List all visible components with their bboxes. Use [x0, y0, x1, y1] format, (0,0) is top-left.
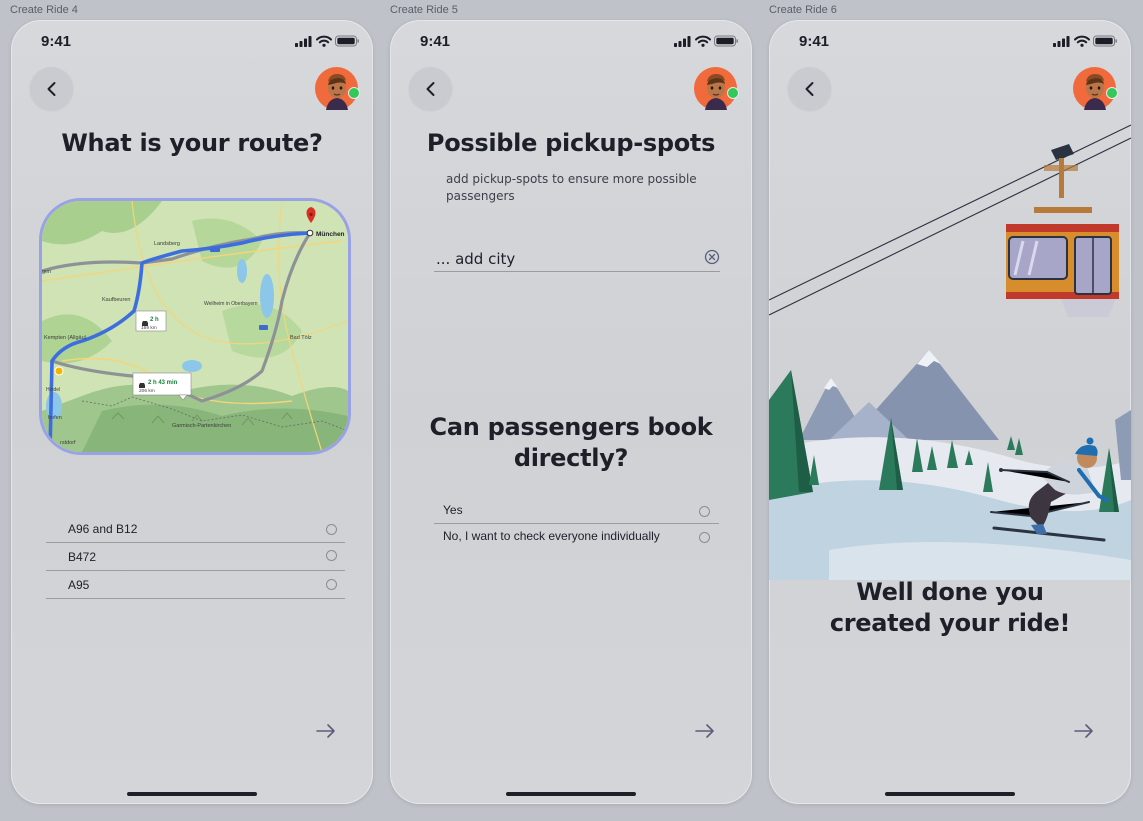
map-town-label: Kaufbeuren	[102, 297, 130, 303]
booking-option[interactable]: No, I want to check everyone individuall…	[434, 523, 719, 549]
booking-question: Can passengers book directly?	[429, 413, 713, 472]
radio-button[interactable]	[326, 550, 337, 561]
route-a-time: 2 h	[150, 317, 159, 323]
page-title: What is your route?	[61, 129, 323, 157]
map-town-label: rstdorf	[60, 440, 76, 446]
status-time: 9:41	[420, 33, 451, 50]
home-indicator	[506, 792, 636, 796]
booking-option[interactable]: Yes	[434, 497, 719, 524]
frame-label: Create Ride 6	[769, 4, 837, 16]
route-b-time: 2 h 43 min	[148, 380, 178, 386]
arrow-right-icon[interactable]	[694, 719, 716, 743]
radio-button[interactable]	[326, 579, 337, 590]
success-message: Well done you created your ride!	[829, 578, 1071, 637]
map-town-label: Bad Tölz	[290, 335, 312, 341]
user-avatar[interactable]	[1073, 67, 1118, 110]
home-indicator	[127, 792, 257, 796]
arrow-right-icon[interactable]	[1073, 719, 1095, 743]
page-subtitle: add pickup-spots to ensure more possible…	[446, 172, 697, 203]
radio-button[interactable]	[699, 506, 710, 517]
online-indicator	[1106, 87, 1118, 99]
map-town-label: Kempten (Allgäu)	[44, 335, 87, 341]
map-town-label: Garmisch-Partenkirchen	[172, 423, 231, 429]
frame-label: Create Ride 5	[390, 4, 458, 16]
booking-option-label: No, I want to check everyone individuall…	[443, 529, 660, 543]
status-icons	[674, 34, 738, 48]
frame-label: Create Ride 4	[10, 4, 78, 16]
route-a-distance: 169 km	[141, 325, 157, 331]
arrow-right-icon[interactable]	[315, 719, 337, 743]
ski-illustration	[769, 124, 1131, 580]
route-b-distance: 206 km	[139, 388, 155, 394]
map-town-label: Landsberg	[154, 241, 180, 247]
booking-option-label: Yes	[443, 503, 463, 517]
status-time: 9:41	[41, 33, 72, 50]
add-city-input[interactable]: ... add city	[434, 247, 720, 272]
route-option[interactable]: A96 and B12	[46, 514, 345, 543]
chevron-left-icon	[42, 79, 62, 99]
route-option-label: B472	[68, 550, 97, 564]
status-icons	[1053, 34, 1117, 48]
radio-button[interactable]	[699, 532, 710, 543]
back-button[interactable]	[788, 67, 831, 110]
phone-create-ride-4: 9:41 What is your route? Landsberg Kaufb…	[11, 20, 373, 804]
route-option-label: A96 and B12	[68, 522, 138, 536]
user-avatar[interactable]	[694, 67, 739, 110]
back-button[interactable]	[30, 67, 73, 110]
radio-button[interactable]	[326, 524, 337, 535]
route-map[interactable]: Landsberg Kaufbeuren Weilheim in Oberbay…	[39, 198, 351, 455]
map-destination-label: München	[316, 231, 345, 238]
page-title: Possible pickup-spots	[426, 129, 716, 157]
route-option[interactable]: A95	[46, 570, 345, 599]
chevron-left-icon	[800, 79, 820, 99]
map-town-label: gen	[42, 269, 51, 275]
map-town-label: Hindel	[46, 387, 60, 393]
chevron-left-icon	[421, 79, 441, 99]
route-option-label: A95	[68, 578, 90, 592]
status-time: 9:41	[799, 33, 830, 50]
home-indicator	[885, 792, 1015, 796]
route-callout-a[interactable]: 2 h 169 km	[135, 310, 167, 332]
map-town-label: Weilheim in Oberbayern	[204, 301, 258, 307]
phone-create-ride-6: 9:41 Well done you created your ride!	[769, 20, 1131, 804]
phone-create-ride-5: 9:41 Possible pickup-spots add pickup-sp…	[390, 20, 752, 804]
status-icons	[295, 34, 359, 48]
map-town-label: hofen	[48, 415, 62, 421]
user-avatar[interactable]	[315, 67, 360, 110]
online-indicator	[348, 87, 360, 99]
clear-circle-icon[interactable]	[704, 249, 720, 265]
route-option[interactable]: B472	[46, 542, 345, 571]
back-button[interactable]	[409, 67, 452, 110]
add-city-value: ... add city	[436, 250, 516, 268]
online-indicator	[727, 87, 739, 99]
